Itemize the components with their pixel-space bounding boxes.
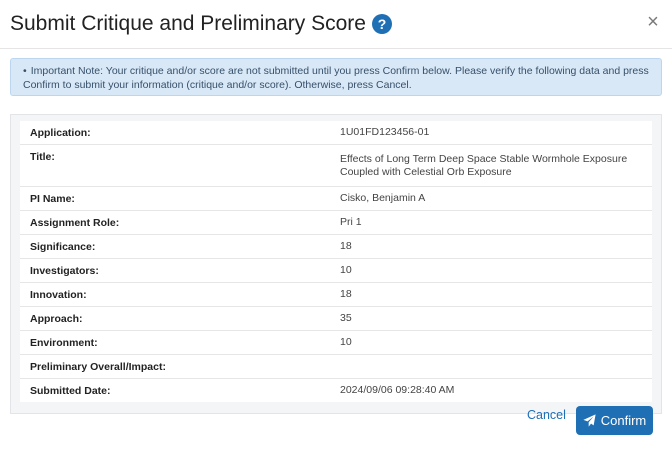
alert-bullet: •: [23, 65, 27, 77]
row-label: Title:: [20, 144, 330, 187]
row-label: Preliminary Overall/Impact:: [20, 354, 330, 379]
row-value: 18: [330, 282, 652, 307]
table-row: Approach: 35: [20, 306, 652, 331]
row-value: 2024/09/06 09:28:40 AM: [330, 378, 652, 402]
table-row: PI Name: Cisko, Benjamin A: [20, 186, 652, 211]
confirm-label: Confirm: [600, 413, 647, 428]
important-note-alert: • Important Note: Your critique and/or sc…: [10, 58, 662, 96]
paper-plane-icon: [583, 414, 596, 427]
table-row: Assignment Role: Pri 1: [20, 210, 652, 235]
alert-text: Important Note: Your critique and/or sco…: [23, 65, 649, 91]
modal-title: Submit Critique and Preliminary Score ?: [10, 12, 392, 36]
question-circle-icon[interactable]: ?: [371, 14, 392, 34]
close-icon[interactable]: ×: [644, 12, 662, 32]
row-value: 35: [330, 306, 652, 331]
cancel-button[interactable]: Cancel: [527, 408, 566, 422]
modal-title-text: Submit Critique and Preliminary Score: [10, 12, 366, 35]
row-label: Application:: [30, 126, 91, 139]
table-row: Environment: 10: [20, 330, 652, 355]
row-label: Approach:: [20, 306, 330, 331]
details-table: Application: 1U01FD123456-01 Title: Effe…: [20, 121, 652, 402]
table-row: Submitted Date: 2024/09/06 09:28:40 AM: [20, 378, 652, 402]
table-row: Investigators: 10: [20, 258, 652, 283]
modal-header: Submit Critique and Preliminary Score ? …: [0, 0, 672, 49]
row-label: PI Name:: [20, 186, 330, 211]
row-value: 10: [330, 258, 652, 283]
table-row: Significance: 18: [20, 234, 652, 259]
row-value: 18: [330, 234, 652, 259]
submit-critique-modal: Submit Critique and Preliminary Score ? …: [0, 0, 672, 454]
row-value: Cisko, Benjamin A: [330, 186, 652, 211]
row-label: Investigators:: [20, 258, 330, 283]
modal-footer: Cancel Confirm: [10, 406, 662, 444]
row-label: Assignment Role:: [20, 210, 330, 235]
row-value: 10: [330, 330, 652, 355]
row-label: Submitted Date:: [20, 378, 330, 402]
row-value: [330, 354, 652, 379]
row-value: Pri 1: [330, 210, 652, 235]
row-label: Innovation:: [20, 282, 330, 307]
row-label: Environment:: [20, 330, 330, 355]
row-value: Effects of Long Term Deep Space Stable W…: [330, 144, 652, 187]
table-row: Title: Effects of Long Term Deep Space S…: [20, 144, 652, 187]
table-row: Application: 1U01FD123456-01: [20, 121, 652, 145]
table-row: Innovation: 18: [20, 282, 652, 307]
details-panel: Application: 1U01FD123456-01 Title: Effe…: [10, 114, 662, 414]
confirm-button[interactable]: Confirm: [576, 406, 653, 435]
row-label: Significance:: [20, 234, 330, 259]
row-value: 1U01FD123456-01: [340, 126, 430, 138]
table-row: Preliminary Overall/Impact:: [20, 354, 652, 379]
